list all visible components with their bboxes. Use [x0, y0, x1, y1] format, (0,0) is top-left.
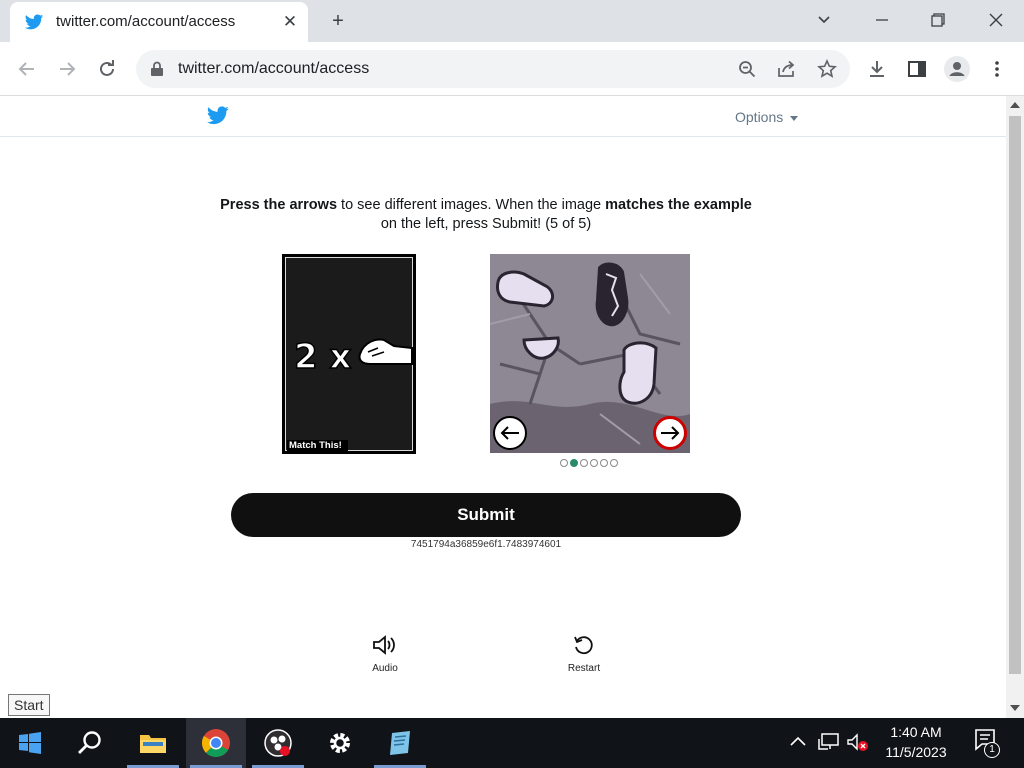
arrow-right-icon: [661, 426, 680, 440]
settings-button[interactable]: [310, 718, 370, 768]
file-explorer-button[interactable]: [123, 718, 183, 768]
address-bar[interactable]: twitter.com/account/access: [136, 50, 850, 88]
reload-icon[interactable]: [94, 56, 120, 82]
scrollbar-thumb[interactable]: [1009, 116, 1021, 674]
options-dropdown[interactable]: Options: [735, 109, 799, 125]
example-count-text: 2 x: [294, 337, 351, 377]
share-icon[interactable]: [777, 60, 797, 78]
example-shoe-graphic: 2 x: [293, 336, 413, 378]
pagination-dot[interactable]: [570, 459, 578, 467]
twitter-favicon-icon: [24, 14, 44, 30]
match-this-label: Match This!: [287, 440, 348, 452]
session-id: 7451794a36859e6f1.7483974601: [410, 539, 562, 550]
taskbar: 1:40 AM 11/5/2023 1: [0, 718, 1024, 768]
page-content: Options Press the arrows to see differen…: [0, 96, 1006, 718]
chrome-icon: [202, 729, 230, 757]
notification-center-button[interactable]: 1: [964, 726, 1014, 760]
search-button[interactable]: [60, 718, 120, 768]
notes-app-button[interactable]: [370, 718, 430, 768]
network-icon[interactable]: [818, 733, 840, 751]
tab-strip: twitter.com/account/access ✕ +: [0, 0, 1024, 42]
minimize-button[interactable]: [866, 6, 898, 36]
instr-text-2: on the left, press Submit! (5 of 5): [380, 216, 592, 232]
url-text: twitter.com/account/access: [178, 60, 370, 77]
search-icon: [78, 731, 101, 754]
bookmark-star-icon[interactable]: [817, 59, 837, 79]
profile-avatar-icon[interactable]: [944, 56, 970, 82]
lock-icon[interactable]: [150, 61, 164, 77]
notification-count-badge: 1: [984, 742, 1000, 758]
caret-down-icon: [790, 115, 799, 121]
clock-time: 1:40 AM: [890, 724, 942, 740]
notepad-icon: [390, 731, 410, 755]
menu-dots-icon[interactable]: [984, 56, 1010, 82]
next-image-button[interactable]: [653, 416, 687, 450]
zoom-out-icon[interactable]: [738, 60, 756, 78]
challenge-instructions: Press the arrows to see different images…: [220, 196, 752, 234]
restart-button[interactable]: Restart: [554, 634, 614, 674]
speaker-icon: [373, 635, 395, 655]
back-arrow-icon[interactable]: [14, 56, 40, 82]
instr-text-1: to see different images. When the image: [337, 197, 606, 213]
tab-search-chevron-icon[interactable]: [808, 6, 840, 36]
new-tab-button[interactable]: +: [322, 6, 354, 36]
scroll-down-icon[interactable]: [1010, 705, 1020, 711]
clock[interactable]: 1:40 AM 11/5/2023: [874, 722, 958, 762]
browser-toolbar: twitter.com/account/access: [0, 42, 1024, 96]
arrow-left-icon: [500, 426, 519, 440]
restart-icon: [574, 636, 593, 655]
image-pagination: [560, 459, 618, 469]
tab-title: twitter.com/account/access: [56, 13, 236, 30]
tab-close-icon[interactable]: ✕: [280, 12, 300, 32]
browser-tab[interactable]: twitter.com/account/access ✕: [10, 2, 308, 42]
start-button[interactable]: [0, 718, 60, 768]
download-icon[interactable]: [864, 56, 890, 82]
forward-arrow-icon[interactable]: [54, 56, 80, 82]
restore-button[interactable]: [922, 6, 954, 36]
folder-icon: [140, 735, 166, 753]
close-window-button[interactable]: [980, 6, 1012, 36]
obs-icon: [264, 729, 292, 757]
volume-muted-icon[interactable]: [847, 733, 869, 753]
page-scrollbar[interactable]: [1006, 96, 1024, 718]
pagination-dot[interactable]: [590, 459, 598, 467]
options-label: Options: [735, 109, 784, 125]
start-tooltip: Start: [8, 694, 50, 716]
audio-button[interactable]: Audio: [355, 634, 415, 674]
obs-button[interactable]: [248, 718, 308, 768]
tray-chevron-up-icon[interactable]: [790, 736, 806, 746]
side-panel-icon[interactable]: [904, 56, 930, 82]
instr-bold-2: matches the example: [605, 197, 752, 213]
scroll-up-icon[interactable]: [1010, 102, 1020, 108]
twitter-logo-icon[interactable]: [207, 106, 229, 125]
instr-bold-1: Press the arrows: [220, 197, 338, 213]
audio-label: Audio: [372, 663, 398, 674]
restart-label: Restart: [567, 663, 601, 674]
clock-date: 11/5/2023: [885, 744, 947, 760]
chrome-button[interactable]: [186, 718, 246, 768]
page-header: Options: [0, 96, 1006, 137]
pagination-dot[interactable]: [560, 459, 568, 467]
pagination-dot[interactable]: [580, 459, 588, 467]
submit-button[interactable]: Submit: [231, 493, 741, 537]
pagination-dot[interactable]: [600, 459, 608, 467]
gear-icon: [330, 733, 350, 753]
previous-image-button[interactable]: [493, 416, 527, 450]
pagination-dot[interactable]: [610, 459, 618, 467]
example-card: 2 x Match This!: [282, 254, 416, 454]
windows-logo-icon: [19, 732, 41, 754]
